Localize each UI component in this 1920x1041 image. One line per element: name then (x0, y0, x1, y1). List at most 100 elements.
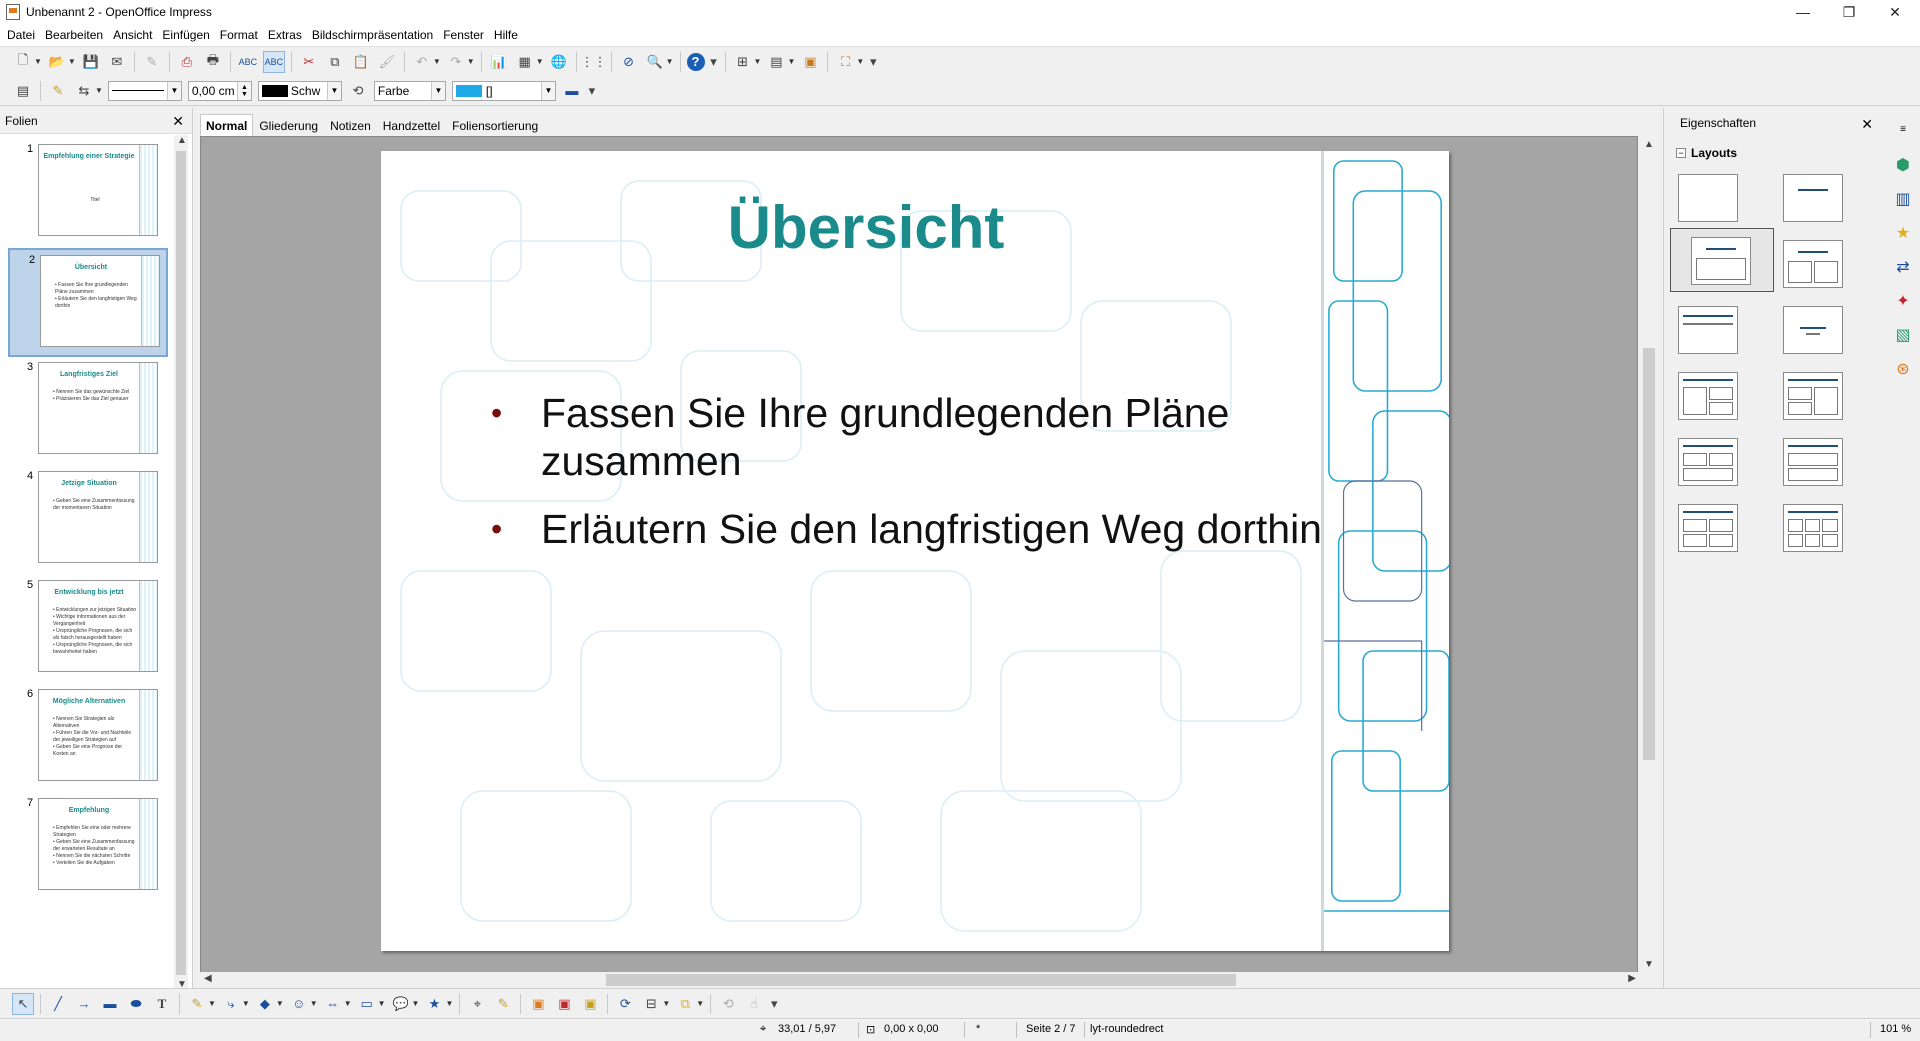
zoom-level[interactable]: 101 % (1880, 1023, 1911, 1035)
hyperlink-icon[interactable]: 🌐 (548, 51, 570, 73)
paste-icon[interactable]: 📋 (350, 51, 372, 73)
toolbar-overflow-icon[interactable]: ▾ (868, 51, 878, 73)
slide-design-icon[interactable]: ▣ (799, 51, 821, 73)
collapse-icon[interactable]: − (1676, 148, 1686, 158)
chevron-down-icon[interactable]: ▼ (166, 81, 181, 100)
line-icon[interactable]: ✎ (47, 80, 69, 102)
navigator-icon[interactable]: ⊛ (1892, 358, 1914, 380)
ellipse-icon[interactable]: ⬬ (125, 993, 147, 1015)
autospellcheck-icon[interactable]: ABC (262, 50, 285, 73)
chevron-down-icon[interactable]: ▼ (310, 999, 318, 1008)
extrusion-icon[interactable]: ⟲ (717, 993, 739, 1015)
basic-shapes-icon[interactable]: ◆ (254, 993, 276, 1015)
cut-icon[interactable]: ✂ (298, 51, 320, 73)
maximize-button[interactable]: ❐ (1826, 0, 1872, 24)
chevron-down-icon[interactable]: ▼ (540, 81, 555, 100)
chevron-down-icon[interactable]: ▼ (662, 999, 670, 1008)
slide-transition-icon[interactable]: ⇄ (1892, 256, 1914, 278)
chevron-down-icon[interactable]: ▼ (95, 86, 103, 95)
editor-horizontal-scrollbar[interactable]: ◀ ▶ (200, 972, 1640, 988)
styles-icon[interactable]: ▤ (12, 80, 34, 102)
scrollbar-thumb[interactable] (606, 974, 1236, 986)
text-icon[interactable]: T (151, 993, 173, 1015)
toolbar-overflow-icon[interactable]: ▾ (769, 993, 779, 1015)
gallery-icon[interactable]: ▣ (579, 993, 601, 1015)
menu-bildschirmpraesentation[interactable]: Bildschirmpräsentation (307, 24, 438, 46)
copy-icon[interactable]: ⧉ (324, 51, 346, 73)
close-icon[interactable]: ✕ (1861, 116, 1873, 133)
glue-points-icon[interactable]: ✎ (492, 993, 514, 1015)
export-pdf-icon[interactable]: ⎙ (176, 51, 198, 73)
chevron-down-icon[interactable]: ▼ (34, 57, 42, 66)
chevron-down-icon[interactable]: ▼ (242, 999, 250, 1008)
chevron-down-icon[interactable]: ▼ (430, 81, 445, 100)
line-color-select[interactable]: Schw ▼ (257, 80, 342, 101)
layout-title-four-content[interactable] (1670, 500, 1738, 552)
flowchart-icon[interactable]: ▭ (356, 993, 378, 1015)
spellcheck-icon[interactable]: ABC (237, 51, 259, 73)
tab-handzettel[interactable]: Handzettel (377, 114, 446, 136)
slide-bullet-list[interactable]: Fassen Sie Ihre grundlegenden Pläne zusa… (491, 389, 1391, 573)
close-icon[interactable]: ✕ (172, 113, 184, 130)
layout-title-content-4[interactable] (1670, 434, 1738, 486)
line-width-input[interactable]: 0,00 cm ▲ ▼ (187, 80, 252, 101)
chart-icon[interactable]: 📊 (488, 51, 510, 73)
toolbar-overflow-icon[interactable]: ▾ (587, 80, 597, 102)
chevron-down-icon[interactable]: ▼ (787, 57, 795, 66)
slide-thumbnail-3[interactable]: 3 Langfristiges Ziel • Nennen Sie das ge… (8, 357, 168, 466)
slide-thumbnail-6[interactable]: 6 Mögliche Alternativen • Nennen Sie Str… (8, 684, 168, 793)
arrow-style-icon[interactable]: ⇆ (73, 80, 95, 102)
area-style-select[interactable]: Farbe ▼ (373, 80, 446, 101)
help-icon[interactable]: ? (686, 52, 705, 71)
slide-bullet[interactable]: Fassen Sie Ihre grundlegenden Pläne zusa… (491, 389, 1391, 485)
arrange-icon[interactable]: ⧉ (674, 993, 696, 1015)
chevron-down-icon[interactable]: ▼ (666, 57, 674, 66)
stars-icon[interactable]: ★ (423, 993, 445, 1015)
tab-normal[interactable]: Normal (200, 114, 254, 136)
chevron-down-icon[interactable]: ▼ (326, 81, 341, 100)
redo-icon[interactable]: ↷ (445, 51, 467, 73)
connector-icon[interactable]: ⤷ (220, 993, 242, 1015)
menu-extras[interactable]: Extras (263, 24, 307, 46)
format-paintbrush-icon[interactable]: 🖌 (376, 51, 398, 73)
toolbar-overflow-icon[interactable]: ▾ (709, 51, 719, 73)
slide-title[interactable]: Übersicht (411, 193, 1321, 262)
points-icon[interactable]: ⌖ (466, 993, 488, 1015)
slide-layout-icon[interactable]: ▤ (765, 51, 787, 73)
scroll-up-icon[interactable]: ▲ (177, 135, 187, 146)
chevron-down-icon[interactable]: ▼ (696, 999, 704, 1008)
menu-format[interactable]: Format (215, 24, 263, 46)
layout-blank[interactable] (1670, 170, 1738, 222)
layout-title-content-2[interactable] (1670, 368, 1738, 420)
chevron-down-icon[interactable]: ▼ (467, 57, 475, 66)
chevron-down-icon[interactable]: ▼ (276, 999, 284, 1008)
zoom-icon[interactable]: 🔍 (644, 51, 666, 73)
new-slide-icon[interactable]: ⊞ (732, 51, 754, 73)
undo-icon[interactable]: ↶ (411, 51, 433, 73)
chevron-down-icon[interactable]: ▼ (68, 57, 76, 66)
save-icon[interactable]: 💾 (80, 51, 102, 73)
from-file-icon[interactable]: ▣ (553, 993, 575, 1015)
layouts-section-header[interactable]: − Layouts (1676, 146, 1737, 160)
chevron-down-icon[interactable]: ▼ (856, 57, 864, 66)
layout-title-two-columns[interactable] (1775, 236, 1843, 288)
chevron-down-icon[interactable]: ▼ (433, 57, 441, 66)
fontwork-icon[interactable]: ▣ (527, 993, 549, 1015)
scroll-right-icon[interactable]: ▶ (1628, 973, 1636, 984)
open-folder-icon[interactable]: 📂 (46, 51, 68, 73)
callouts-icon[interactable]: 💬 (390, 993, 412, 1015)
scroll-left-icon[interactable]: ◀ (204, 973, 212, 984)
chevron-down-icon[interactable]: ▼ (378, 999, 386, 1008)
effects-icon[interactable]: ☝ (743, 993, 765, 1015)
menu-ansicht[interactable]: Ansicht (108, 24, 157, 46)
area-icon[interactable]: ⟲ (347, 80, 369, 102)
tab-notizen[interactable]: Notizen (324, 114, 377, 136)
slide-thumbnail-1[interactable]: 1 Empfehlung einer Strategie Titel (8, 139, 168, 248)
layout-title-text[interactable] (1670, 302, 1738, 354)
menu-hilfe[interactable]: Hilfe (489, 24, 523, 46)
layout-title-content-5[interactable] (1775, 434, 1843, 486)
chevron-down-icon[interactable]: ▼ (536, 57, 544, 66)
tab-gliederung[interactable]: Gliederung (253, 114, 324, 136)
editor-vertical-scrollbar[interactable]: ▲ ▼ (1640, 136, 1658, 973)
chevron-down-icon[interactable]: ▼ (754, 57, 762, 66)
